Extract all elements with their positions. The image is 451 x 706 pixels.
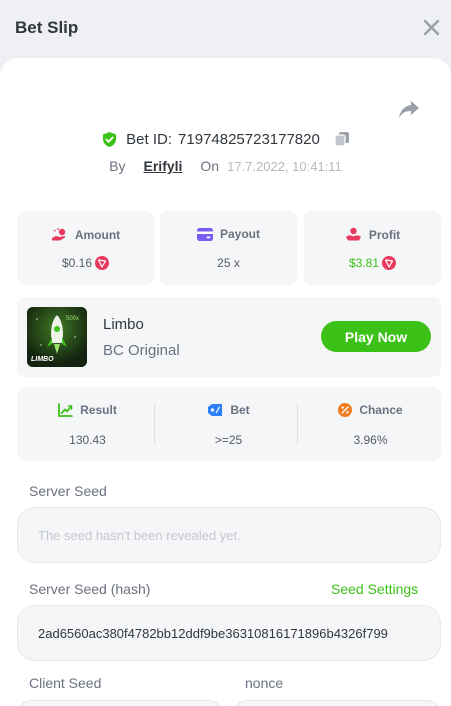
client-seed-field[interactable]: [17, 700, 223, 706]
payout-value: 25 x: [217, 256, 240, 270]
payout-card: Payout 25 x: [160, 211, 297, 285]
on-label: On: [200, 158, 220, 174]
share-icon[interactable]: [398, 98, 420, 120]
close-icon[interactable]: [423, 19, 440, 36]
chance-value: 3.96%: [353, 433, 388, 447]
game-name: Limbo: [103, 316, 144, 333]
bet-label: Bet: [230, 403, 250, 417]
payout-label: Payout: [219, 227, 260, 241]
trx-coin-icon: [95, 256, 110, 270]
profit-icon: [345, 227, 361, 241]
column-divider: [297, 403, 298, 445]
nonce-label: nonce: [245, 675, 284, 691]
bet-id-value: 71974825723177820: [178, 130, 320, 148]
trx-coin-icon: [382, 256, 397, 270]
result-value: 130.43: [69, 433, 106, 447]
result-column: Result 130.43: [17, 387, 158, 461]
percent-icon: [338, 403, 353, 417]
server-seed-field[interactable]: The seed hasn't been revealed yet.: [17, 507, 441, 563]
payout-icon: [196, 227, 213, 241]
column-divider: [154, 403, 155, 445]
game-thumb-text: LIMBO: [31, 356, 54, 363]
amount-card: Amount $0.16: [17, 211, 154, 285]
bet-column: Bet >=25: [158, 387, 299, 461]
bet-id-label: Bet ID:: [126, 130, 173, 148]
shield-check-icon: [103, 131, 117, 147]
server-seed-label: Server Seed: [29, 483, 107, 499]
bet-condition-value: >=25: [214, 433, 243, 447]
chart-up-icon: [58, 403, 74, 417]
copy-icon[interactable]: [334, 131, 350, 147]
chance-column: Chance 3.96%: [300, 387, 441, 461]
server-seed-hash-label: Server Seed (hash): [29, 581, 151, 597]
profit-card: Profit $3.81: [304, 211, 441, 285]
limbo-game-thumbnail[interactable]: 500x LIMBO: [27, 307, 87, 367]
tag-icon: [208, 404, 223, 416]
bet-id-row: Bet ID: 71974825723177820: [0, 129, 451, 149]
chance-label: Chance: [359, 403, 403, 417]
seed-settings-link[interactable]: Seed Settings: [331, 581, 418, 597]
username-link[interactable]: Erifyli: [144, 158, 183, 174]
bet-meta-row: By Erifyli On 17.7.2022, 10:41:11: [0, 156, 451, 176]
profit-value: $3.81: [348, 256, 380, 270]
result-card: Result 130.43 Bet >=25 Chance 3.96%: [17, 387, 441, 461]
game-card: 500x LIMBO Limbo BC Original Play Now: [17, 297, 441, 377]
amount-icon: [51, 228, 66, 241]
server-seed-hash-field[interactable]: 2ad6560ac380f4782bb12ddf9be3631081617189…: [17, 605, 441, 661]
result-label: Result: [80, 403, 117, 417]
bet-slip-header: Bet Slip: [0, 0, 451, 58]
nonce-field[interactable]: [233, 700, 441, 706]
profit-label: Profit: [368, 227, 401, 242]
page-title: Bet Slip: [15, 18, 79, 37]
game-provider: BC Original: [103, 342, 180, 359]
client-seed-label: Client Seed: [29, 675, 102, 691]
bet-timestamp: 17.7.2022, 10:41:11: [227, 158, 342, 174]
by-label: By: [109, 158, 126, 174]
svg-text:500x: 500x: [66, 316, 79, 322]
amount-value: $0.16: [61, 256, 93, 270]
play-now-button[interactable]: Play Now: [321, 321, 431, 352]
amount-label: Amount: [74, 227, 121, 242]
